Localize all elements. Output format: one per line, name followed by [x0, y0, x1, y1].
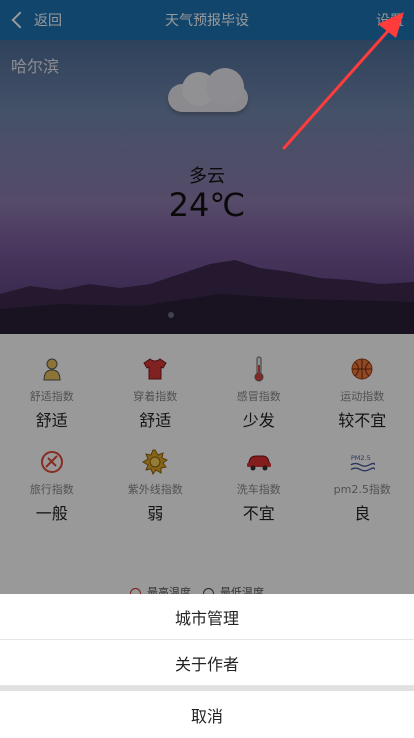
index-label: 旅行指数: [29, 483, 74, 496]
weather-temperature: 24℃: [168, 186, 246, 224]
index-cell: 运动指数 较不宜: [311, 356, 414, 431]
index-label: 穿着指数: [133, 390, 178, 403]
index-cell: 洗车指数 不宜: [207, 449, 311, 524]
index-value: 不宜: [242, 504, 275, 523]
index-value: 舒适: [139, 411, 172, 430]
haze-icon: PM2.5: [349, 449, 376, 475]
cloudy-icon: [160, 68, 256, 116]
travel-icon: [39, 449, 65, 475]
index-cell: PM2.5 pm2.5指数 良: [311, 449, 414, 524]
life-indices-panel: 舒适指数 舒适 穿着指数 舒适 感冒指数 少发 运动指数 较不宜 旅行指数 一般…: [0, 334, 414, 599]
index-value: 较不宜: [338, 411, 387, 430]
navbar: 返回 天气预报毕设 设置: [0, 0, 414, 40]
index-cell: 舒适指数 舒适: [0, 356, 104, 431]
index-cell: 穿着指数 舒适: [104, 356, 208, 431]
index-label: 运动指数: [340, 390, 385, 403]
back-button[interactable]: 返回: [10, 10, 62, 30]
index-value: 一般: [35, 504, 68, 523]
shirt-icon: [142, 356, 168, 382]
index-value: 舒适: [35, 411, 68, 430]
index-label: 感冒指数: [236, 390, 281, 403]
index-label: pm2.5指数: [333, 483, 391, 496]
action-sheet: 城市管理 关于作者 取消: [0, 594, 414, 738]
index-value: 弱: [147, 504, 164, 523]
back-label: 返回: [34, 13, 62, 29]
index-label: 紫外线指数: [127, 483, 183, 496]
index-cell: 旅行指数 一般: [0, 449, 104, 524]
city-name: 哈尔滨: [11, 57, 60, 76]
index-label: 洗车指数: [236, 483, 281, 496]
settings-button[interactable]: 设置: [376, 10, 404, 30]
index-cell: 紫外线指数 弱: [104, 449, 208, 524]
weather-description: 多云: [189, 166, 225, 187]
index-value: 良: [354, 504, 371, 523]
about-author-button[interactable]: 关于作者: [0, 640, 414, 686]
index-cell: 感冒指数 少发: [207, 356, 311, 431]
sun-icon: [142, 449, 169, 475]
weather-hero: 哈尔滨 多云 24℃: [0, 40, 414, 334]
person-icon: [39, 356, 65, 382]
mountain-silhouette: [0, 260, 414, 334]
page-indicator-dot[interactable]: [168, 312, 174, 318]
ball-icon: [349, 356, 375, 382]
thermometer-icon: [246, 356, 272, 382]
cancel-button[interactable]: 取消: [0, 691, 414, 738]
city-management-button[interactable]: 城市管理: [0, 594, 414, 640]
chevron-left-icon: [11, 11, 29, 29]
index-label: 舒适指数: [29, 390, 74, 403]
svg-text:PM2.5: PM2.5: [351, 454, 371, 462]
car-icon: [246, 449, 272, 475]
index-value: 少发: [242, 411, 275, 430]
page-title: 天气预报毕设: [165, 13, 249, 29]
